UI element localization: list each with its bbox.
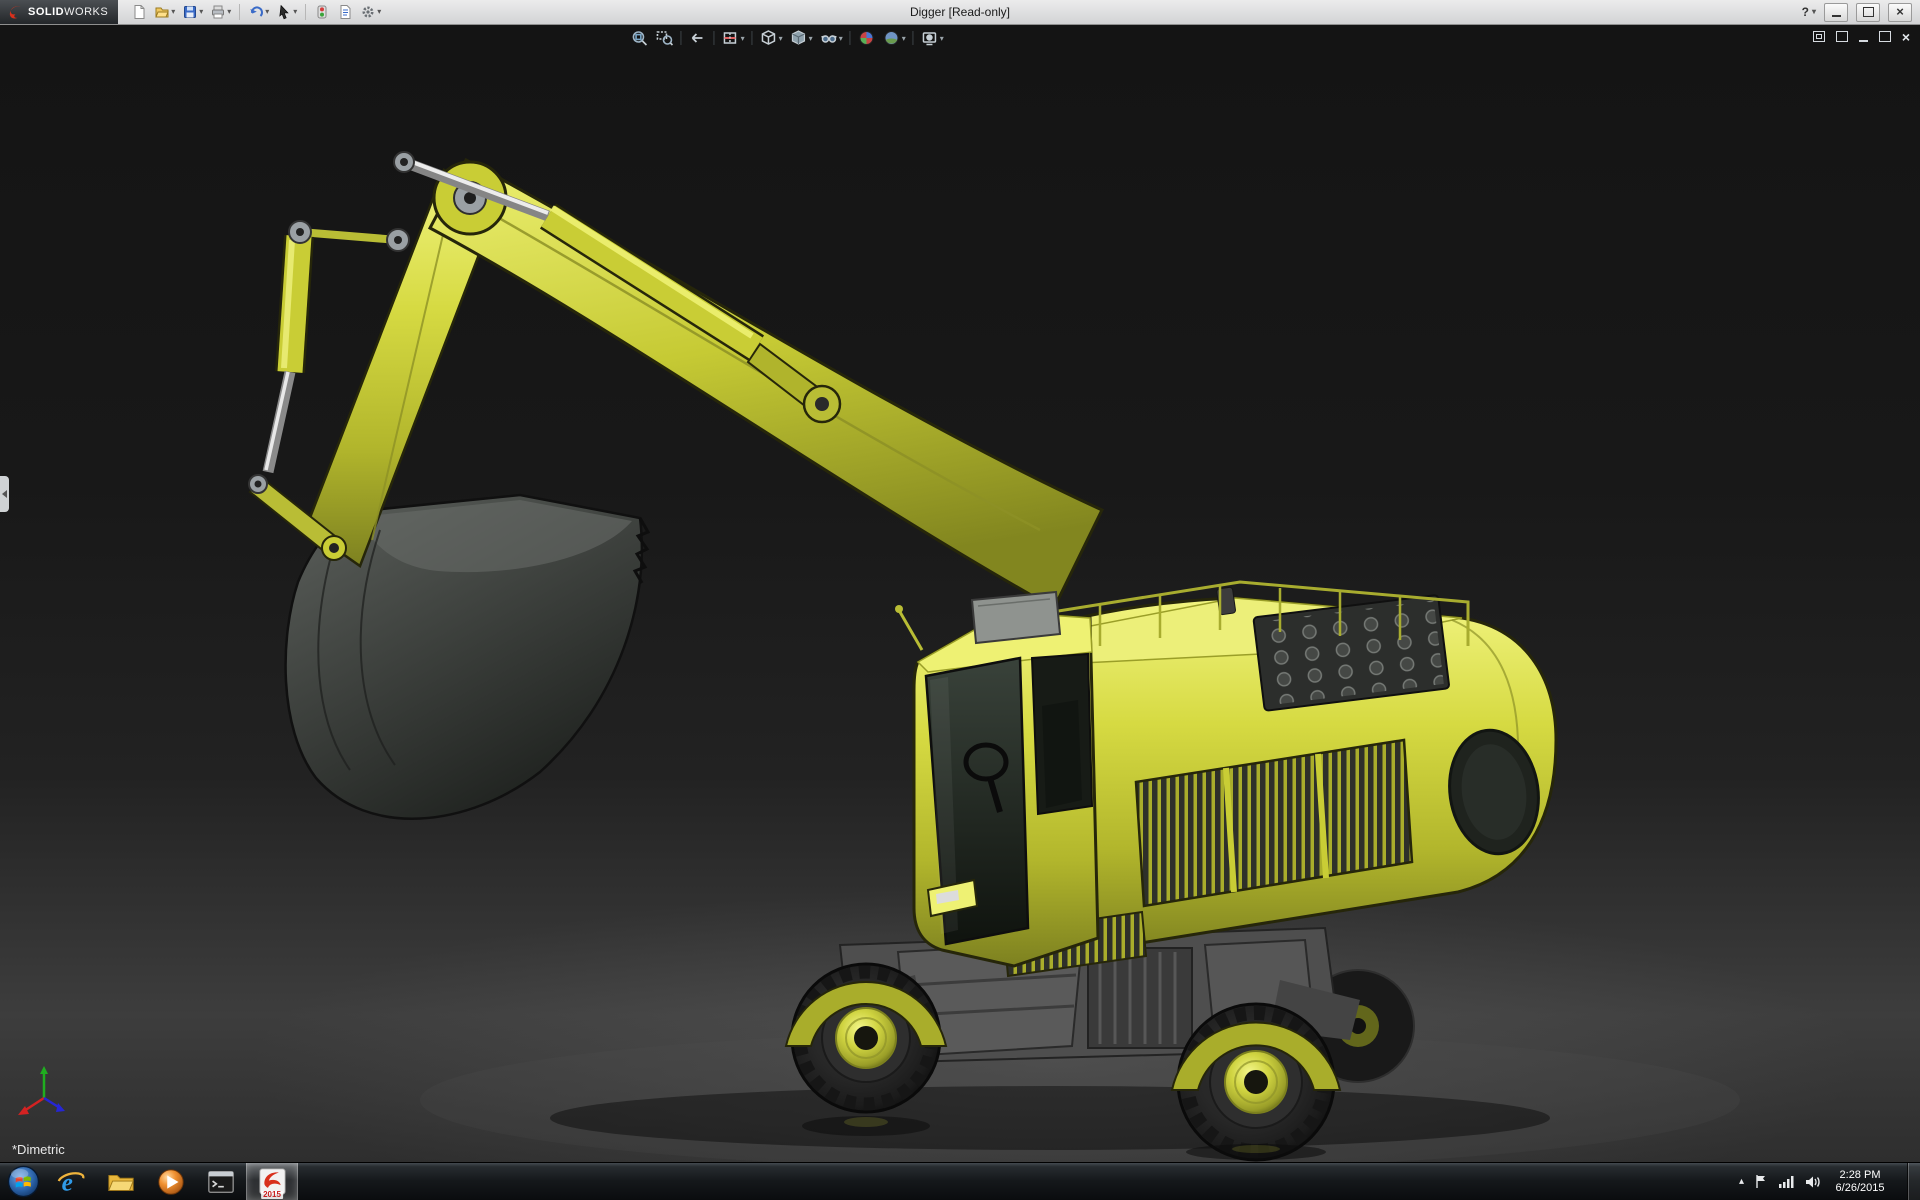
headsup-separator [752,31,753,45]
ds-logo-icon [8,4,23,20]
clock-date: 6/26/2015 [1831,1182,1889,1195]
heads-up-view-toolbar: ▾ ▾ ▾ ▾ ▾ [629,27,946,49]
zoom-to-fit-button[interactable] [629,27,651,49]
solidworks-window: SOLIDWORKS ▾ ▾ ▾ ▾ [0,0,1920,1200]
doc-close-button[interactable]: × [1902,32,1910,42]
undo-dropdown-icon[interactable]: ▾ [265,8,269,16]
view-settings-button[interactable]: ▾ [919,27,946,49]
tray-expand-icon[interactable]: ▴ [1739,1176,1744,1187]
doc-minimize-button[interactable] [1859,40,1868,42]
mirror-arm [900,612,922,650]
taskbar-item-solidworks[interactable]: 2015 [246,1163,298,1200]
start-button[interactable] [0,1163,46,1200]
solidworks-version-badge: 2015 [261,1191,283,1199]
headsup-separator [850,31,851,45]
window-controls: ?▾ × [1802,3,1920,22]
taskbar-item-internet-explorer[interactable]: e [46,1163,96,1200]
edit-appearance-button[interactable] [856,27,878,49]
taskbar-item-command-prompt[interactable] [196,1163,246,1200]
doc-cascade-button[interactable] [1813,31,1825,42]
title-bar: SOLIDWORKS ▾ ▾ ▾ ▾ [0,0,1920,25]
excavator-model[interactable] [0,24,1920,1163]
headsup-separator [714,31,715,45]
new-button[interactable] [128,1,150,23]
toolbar-separator [305,4,306,20]
doc-restore-button[interactable] [1879,31,1891,42]
save-dropdown-icon[interactable]: ▾ [199,8,203,16]
cab[interactable] [895,592,1098,966]
display-style-button[interactable]: ▾ [788,27,815,49]
doc-tile-button[interactable] [1836,31,1848,42]
brand-text: SOLIDWORKS [28,6,108,18]
options-dropdown-icon[interactable]: ▾ [377,8,381,16]
show-desktop-button[interactable] [1907,1163,1920,1200]
zoom-to-area-button[interactable] [654,27,676,49]
view-orientation-label: *Dimetric [12,1142,65,1157]
rebuild-button[interactable] [311,1,333,23]
print-dropdown-icon[interactable]: ▾ [227,8,231,16]
document-window-controls: × [1813,31,1910,42]
close-button[interactable]: × [1888,3,1912,22]
file-properties-button[interactable] [334,1,356,23]
media-player-icon [156,1167,186,1197]
clock[interactable]: 2:28 PM 6/26/2015 [1831,1169,1889,1195]
options-button[interactable]: ▾ [357,1,384,23]
command-prompt-icon [206,1167,236,1197]
taskbar-item-windows-explorer[interactable] [96,1163,146,1200]
print-button[interactable]: ▾ [207,1,234,23]
seat [1042,700,1082,808]
open-button[interactable]: ▾ [151,1,178,23]
help-button[interactable]: ?▾ [1802,5,1816,19]
select-dropdown-icon[interactable]: ▾ [293,8,297,16]
save-button[interactable]: ▾ [179,1,206,23]
orientation-triad [14,1062,78,1131]
headsup-separator [681,31,682,45]
taskbar-item-media-player[interactable] [146,1163,196,1200]
system-tray: ▴ 2:28 PM 6/26/2015 [1739,1163,1920,1200]
action-center-icon[interactable] [1754,1174,1768,1189]
main-toolbar: ▾ ▾ ▾ ▾ ▾ [128,1,384,23]
section-view-button[interactable]: ▾ [720,27,747,49]
taskbar: e [0,1162,1920,1200]
solidworks-logo: SOLIDWORKS [0,0,118,24]
undo-button[interactable]: ▾ [245,1,272,23]
graphics-area[interactable]: ▾ ▾ ▾ ▾ ▾ [0,24,1920,1163]
clock-time: 2:28 PM [1831,1169,1889,1182]
folder-icon [106,1167,136,1197]
previous-view-button[interactable] [687,27,709,49]
window-title: Digger [Read-only] [910,5,1010,19]
toolbar-separator [239,4,240,20]
maximize-button[interactable] [1856,3,1880,22]
minimize-button[interactable] [1824,3,1848,22]
hide-show-items-button[interactable]: ▾ [818,27,845,49]
open-dropdown-icon[interactable]: ▾ [171,8,175,16]
internet-explorer-icon: e [56,1167,86,1197]
headsup-separator [913,31,914,45]
network-icon[interactable] [1778,1175,1794,1189]
feature-tree-collapsed-tab[interactable] [0,476,9,512]
view-orientation-button[interactable]: ▾ [758,27,785,49]
volume-icon[interactable] [1804,1175,1821,1189]
apply-scene-button[interactable]: ▾ [881,27,908,49]
select-button[interactable]: ▾ [273,1,300,23]
